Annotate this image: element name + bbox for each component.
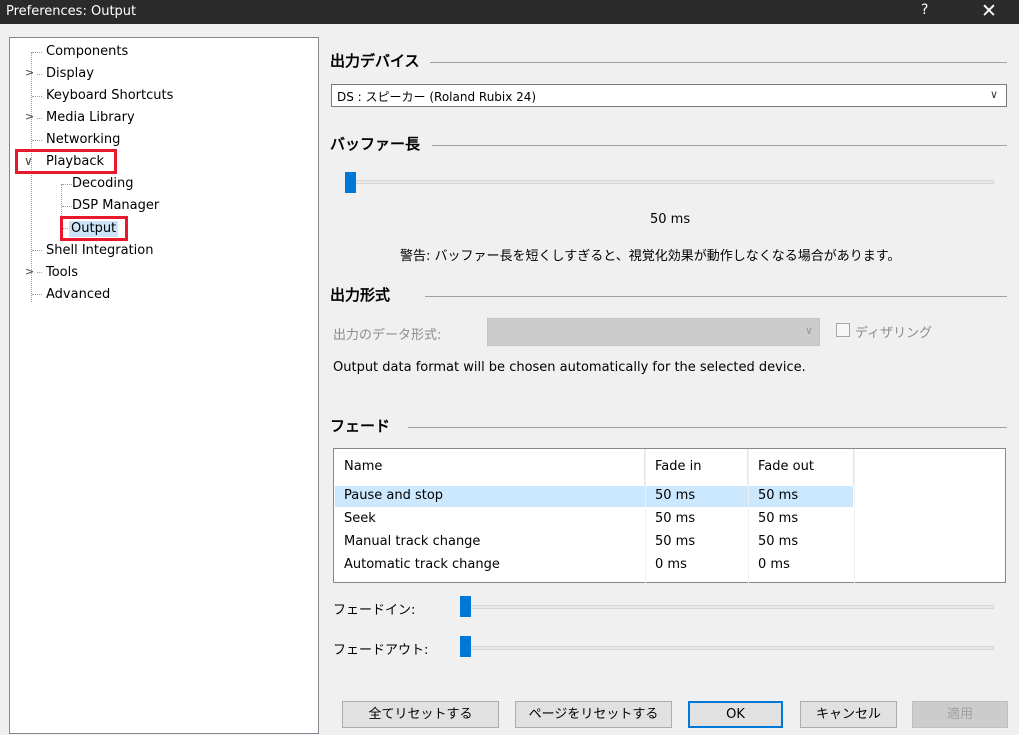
column-name-label: Name <box>344 459 383 474</box>
section-divider <box>432 145 1007 146</box>
tree-item-dsp-manager[interactable]: DSP Manager <box>72 198 159 214</box>
tree-item-decoding[interactable]: Decoding <box>72 176 133 192</box>
row-fade-in: 50 ms <box>655 488 696 503</box>
reset-page-button[interactable]: ページをリセットする <box>515 701 672 728</box>
section-divider <box>425 296 1007 297</box>
row-fade-in: 50 ms <box>655 534 696 549</box>
section-divider <box>408 427 1007 428</box>
reset-all-button[interactable]: 全てリセットする <box>342 701 499 728</box>
column-divider <box>748 449 749 583</box>
row-fade-out: 0 ms <box>758 557 790 572</box>
output-device-combobox[interactable]: DS : スピーカー (Roland Rubix 24) ∨ <box>331 84 1007 107</box>
fade-in-slider-track[interactable] <box>460 605 994 609</box>
tree-connector <box>32 96 42 97</box>
fade-out-slider-thumb[interactable] <box>460 636 471 657</box>
column-fade-out-label: Fade out <box>758 459 814 474</box>
tree-connector <box>62 206 72 207</box>
tree-connector <box>32 294 42 295</box>
chevron-down-icon: ∨ <box>804 324 813 337</box>
tree-connector <box>32 140 42 141</box>
preferences-tree[interactable]: Components > Display Keyboard Shortcuts … <box>9 37 319 734</box>
tree-item-media-library[interactable]: Media Library <box>46 110 135 126</box>
buffer-length-value: 50 ms <box>650 212 691 227</box>
column-fade-in-label: Fade in <box>655 459 702 474</box>
tree-item-tools[interactable]: Tools <box>46 265 78 281</box>
row-name: Automatic track change <box>344 557 500 572</box>
cancel-button[interactable]: キャンセル <box>800 701 897 728</box>
tree-connector <box>62 184 72 185</box>
column-divider <box>645 449 646 583</box>
tree-item-shell-integration[interactable]: Shell Integration <box>46 243 153 259</box>
row-fade-in: 50 ms <box>655 511 696 526</box>
highlight-box-playback <box>15 149 117 174</box>
tree-item-components[interactable]: Components <box>46 44 128 60</box>
row-fade-out: 50 ms <box>758 534 799 549</box>
fade-in-slider-thumb[interactable] <box>460 596 471 617</box>
fade-heading: フェード <box>330 415 401 436</box>
window-title: Preferences: Output <box>6 4 137 19</box>
tree-connector <box>37 118 42 119</box>
buffer-length-slider-track[interactable] <box>345 180 994 184</box>
column-divider <box>854 449 855 583</box>
expand-icon[interactable]: > <box>25 66 34 79</box>
tree-item-networking[interactable]: Networking <box>46 132 120 148</box>
highlight-box-output <box>60 216 128 241</box>
row-fade-in: 0 ms <box>655 557 687 572</box>
title-bar: Preferences: Output ? ✕ <box>0 0 1019 24</box>
ok-button[interactable]: OK <box>688 701 783 728</box>
column-header-name[interactable]: Name <box>334 449 645 485</box>
chevron-down-icon: ∨ <box>989 88 998 101</box>
row-name: Manual track change <box>344 534 481 549</box>
row-name: Seek <box>344 511 376 526</box>
dither-checkbox[interactable] <box>836 323 850 337</box>
output-device-heading: 出力デバイス <box>330 50 430 71</box>
row-fade-out: 50 ms <box>758 488 799 503</box>
fade-out-label: フェードアウト: <box>333 643 429 658</box>
auto-format-note: Output data format will be chosen automa… <box>333 360 806 375</box>
output-format-heading: 出力形式 <box>330 284 401 305</box>
tree-connector <box>37 74 42 75</box>
data-format-label: 出力のデータ形式: <box>333 328 442 343</box>
section-divider <box>430 62 1007 63</box>
expand-icon[interactable]: > <box>25 110 34 123</box>
tree-item-advanced[interactable]: Advanced <box>46 287 110 303</box>
row-name: Pause and stop <box>344 488 444 503</box>
buffer-length-slider-thumb[interactable] <box>345 172 356 193</box>
tree-item-keyboard-shortcuts[interactable]: Keyboard Shortcuts <box>46 88 173 104</box>
fade-list[interactable]: Name Fade in Fade out Pause and stop 50 … <box>333 448 1006 583</box>
column-header-fade-out[interactable]: Fade out <box>748 449 854 485</box>
fade-out-slider-track[interactable] <box>460 646 994 650</box>
dither-label: ディザリング <box>855 326 933 341</box>
buffer-warning: 警告: バッファー長を短くしすぎると、視覚化効果が動作しなくなる場合があります。 <box>400 249 901 264</box>
close-button[interactable]: ✕ <box>981 0 997 22</box>
tree-connector <box>32 52 42 53</box>
fade-list-header: Name Fade in Fade out <box>334 449 854 485</box>
data-format-combobox[interactable]: ∨ <box>487 318 820 346</box>
tree-item-display[interactable]: Display <box>46 66 94 82</box>
output-device-value: DS : スピーカー (Roland Rubix 24) <box>337 90 537 104</box>
tree-connector <box>32 250 42 251</box>
column-header-fade-in[interactable]: Fade in <box>645 449 748 485</box>
tree-connector <box>37 272 42 273</box>
row-fade-out: 50 ms <box>758 511 799 526</box>
expand-icon[interactable]: > <box>25 265 34 278</box>
fade-in-label: フェードイン: <box>333 603 416 618</box>
help-button[interactable]: ? <box>921 2 928 18</box>
apply-button[interactable]: 適用 <box>912 701 1008 728</box>
buffer-length-heading: バッファー長 <box>330 133 431 154</box>
